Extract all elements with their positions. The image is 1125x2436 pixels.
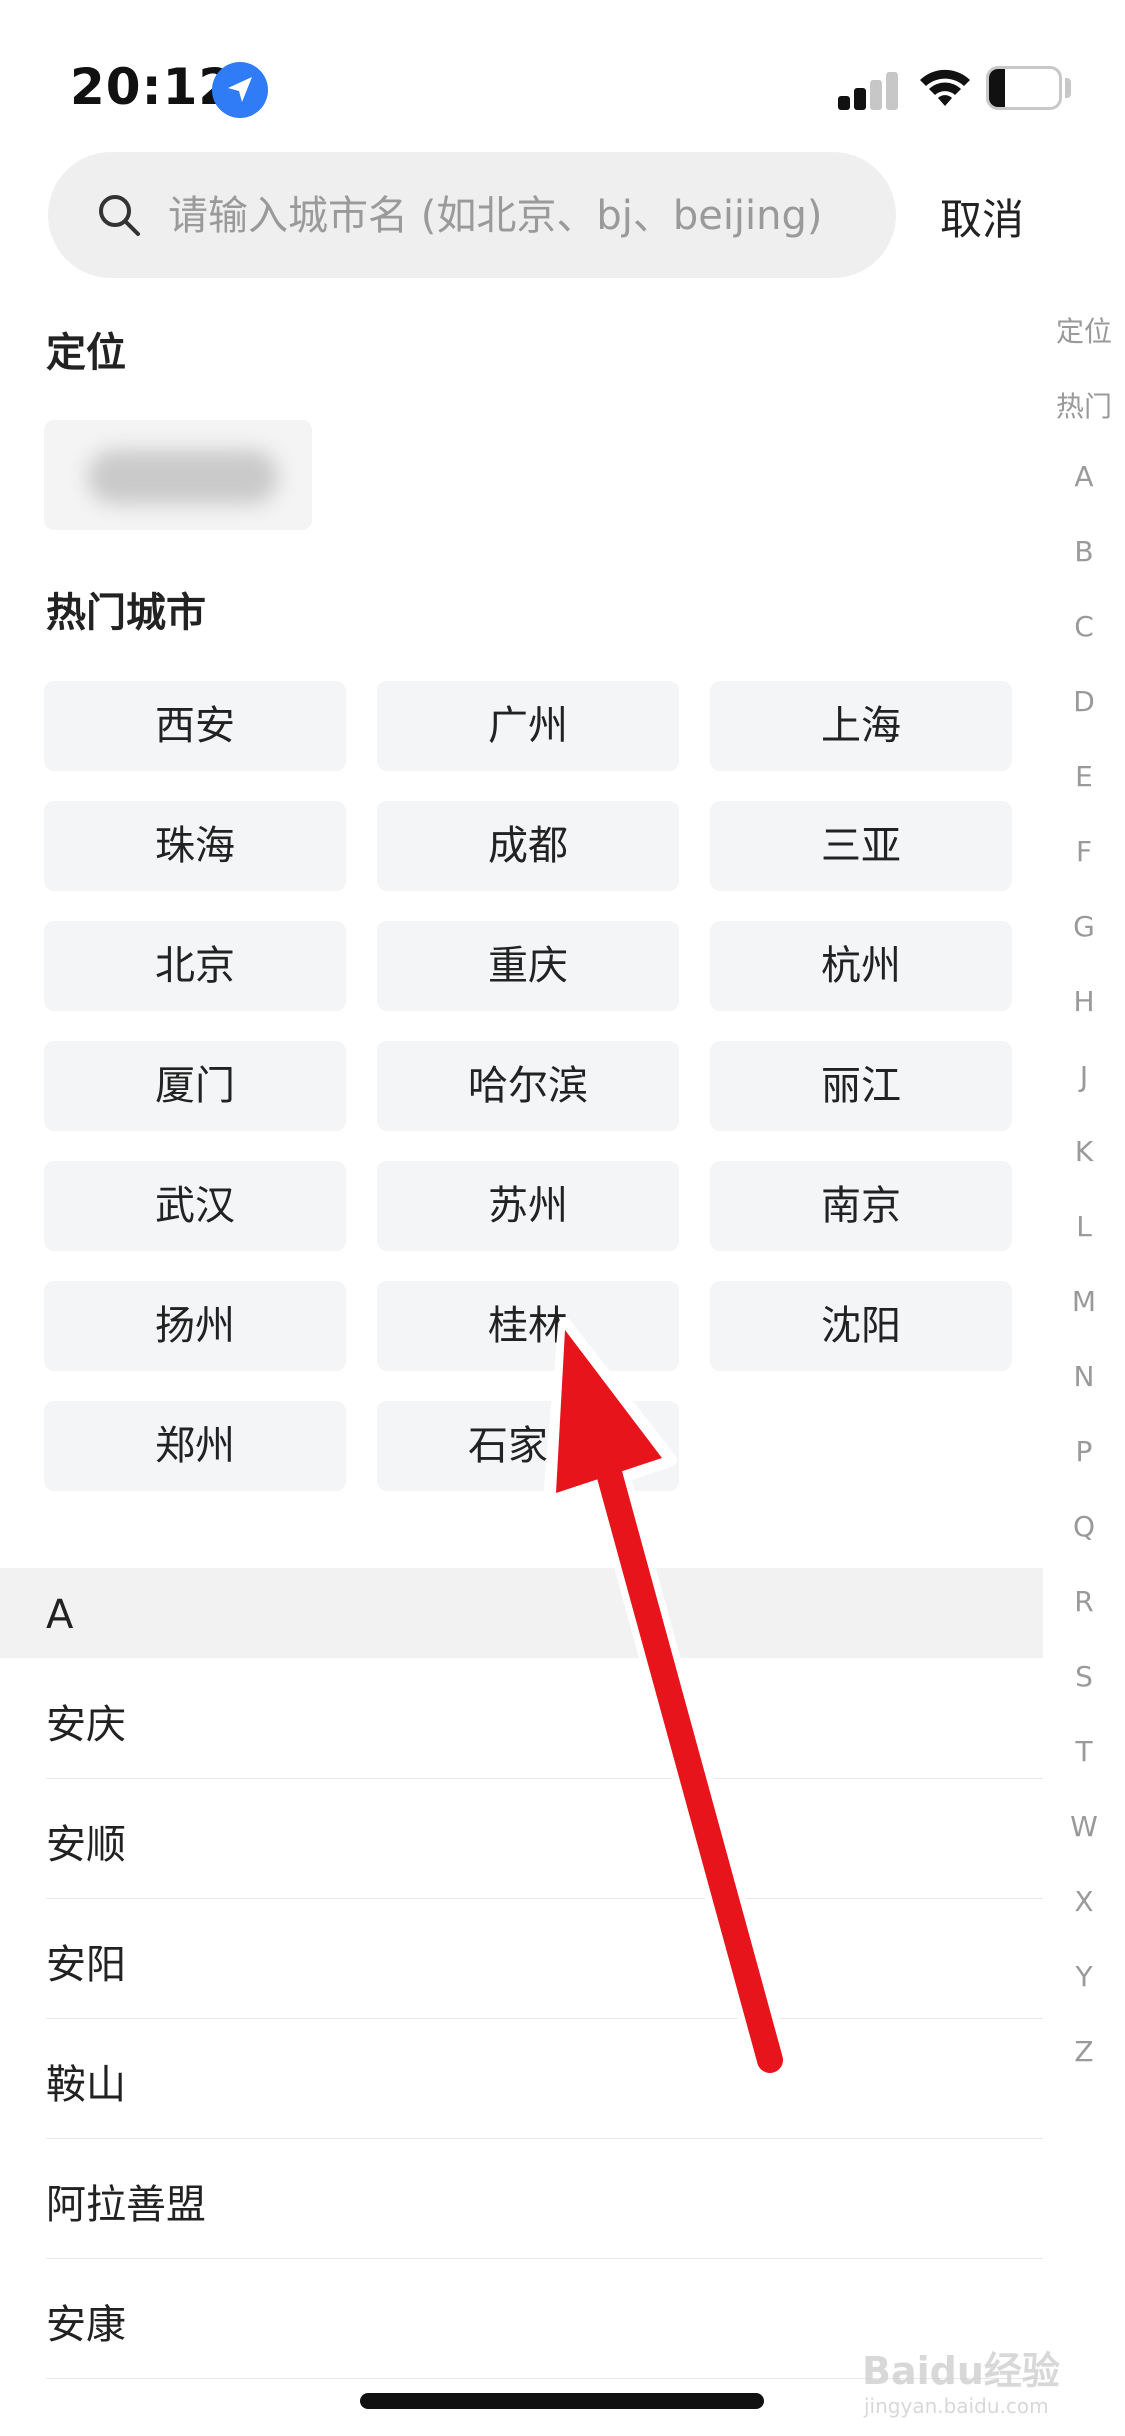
hot-city-button[interactable]: 广州 <box>377 681 679 771</box>
hot-city-button[interactable]: 重庆 <box>377 921 679 1011</box>
search-input[interactable] <box>166 152 880 280</box>
index-letter[interactable]: A <box>1043 460 1125 493</box>
index-letter[interactable]: S <box>1043 1660 1125 1693</box>
city-list-item-label: 安顺 <box>46 1822 126 1868</box>
city-list-item[interactable]: 鞍山 <box>46 2018 1043 2139</box>
index-letter[interactable]: C <box>1043 610 1125 643</box>
search-bar[interactable] <box>48 152 896 280</box>
index-letter[interactable]: L <box>1043 1210 1125 1243</box>
battery-level: 23 <box>1003 70 1045 105</box>
hot-city-button[interactable]: 三亚 <box>710 801 1012 891</box>
index-letter[interactable]: K <box>1043 1135 1125 1168</box>
hot-city-button[interactable]: 桂林 <box>377 1281 679 1371</box>
hot-city-button[interactable]: 上海 <box>710 681 1012 771</box>
index-letter[interactable]: Q <box>1043 1510 1125 1543</box>
city-list-item-label: 安康 <box>46 2302 126 2348</box>
city-list-item-label: 安庆 <box>46 1702 126 1748</box>
watermark-url: jingyan.baidu.com <box>864 2394 1049 2418</box>
index-letter[interactable]: H <box>1043 985 1125 1018</box>
cancel-button[interactable]: 取消 <box>940 186 1024 247</box>
status-time: 20:12 <box>70 58 235 116</box>
index-letter[interactable]: 热门 <box>1043 385 1125 425</box>
watermark-logo: Baidu经验 <box>862 2349 1060 2393</box>
letter-header-a: A <box>0 1568 1043 1658</box>
cellular-signal-icon <box>838 70 900 110</box>
index-letter[interactable]: R <box>1043 1585 1125 1618</box>
hot-city-button[interactable]: 成都 <box>377 801 679 891</box>
index-letter[interactable]: M <box>1043 1285 1125 1318</box>
index-letter[interactable]: X <box>1043 1885 1125 1918</box>
hot-city-button[interactable]: 扬州 <box>44 1281 346 1371</box>
hot-city-button[interactable]: 杭州 <box>710 921 1012 1011</box>
index-letter[interactable]: B <box>1043 535 1125 568</box>
search-icon <box>99 195 140 236</box>
index-letter[interactable]: 定位 <box>1043 310 1125 350</box>
index-letter[interactable]: Y <box>1043 1960 1125 1993</box>
city-list-item[interactable]: 安顺 <box>46 1778 1043 1899</box>
location-section-title: 定位 <box>46 330 126 376</box>
wifi-icon <box>920 69 970 106</box>
hot-city-button[interactable]: 北京 <box>44 921 346 1011</box>
city-list-item-label: 阿拉善盟 <box>46 2182 206 2228</box>
letter-header-label: A <box>46 1592 74 1638</box>
index-letter[interactable]: D <box>1043 685 1125 718</box>
hot-city-button[interactable]: 西安 <box>44 681 346 771</box>
index-letter[interactable]: E <box>1043 760 1125 793</box>
index-letter[interactable]: P <box>1043 1435 1125 1468</box>
hot-city-button[interactable]: 石家庄 <box>377 1401 679 1491</box>
hot-city-button[interactable]: 丽江 <box>710 1041 1012 1131</box>
city-list-item[interactable]: 安庆 <box>46 1658 1043 1779</box>
hot-city-button[interactable]: 沈阳 <box>710 1281 1012 1371</box>
index-letter[interactable]: Z <box>1043 2035 1125 2068</box>
index-letter[interactable]: G <box>1043 910 1125 943</box>
hot-city-button[interactable]: 哈尔滨 <box>377 1041 679 1131</box>
hot-city-button[interactable]: 武汉 <box>44 1161 346 1251</box>
hot-city-button[interactable]: 厦门 <box>44 1041 346 1131</box>
index-letter[interactable]: F <box>1043 835 1125 868</box>
location-arrow-icon <box>212 62 268 118</box>
index-letter[interactable]: N <box>1043 1360 1125 1393</box>
hot-city-button[interactable]: 郑州 <box>44 1401 346 1491</box>
hot-city-button[interactable]: 珠海 <box>44 801 346 891</box>
home-indicator[interactable] <box>360 2393 764 2409</box>
hot-city-button[interactable]: 南京 <box>710 1161 1012 1251</box>
hot-cities-title: 热门城市 <box>46 590 206 636</box>
city-list-item-label: 安阳 <box>46 1942 126 1988</box>
city-list-item-label: 鞍山 <box>46 2062 126 2108</box>
hot-city-button[interactable]: 苏州 <box>377 1161 679 1251</box>
city-list-item[interactable]: 阿拉善盟 <box>46 2138 1043 2259</box>
index-letter[interactable]: T <box>1043 1735 1125 1768</box>
current-location-city[interactable] <box>44 420 312 530</box>
city-list-item[interactable]: 安阳 <box>46 1898 1043 2019</box>
index-letter[interactable]: W <box>1043 1810 1125 1843</box>
index-letter[interactable]: J <box>1043 1060 1125 1093</box>
battery-icon: 23 <box>986 66 1062 110</box>
